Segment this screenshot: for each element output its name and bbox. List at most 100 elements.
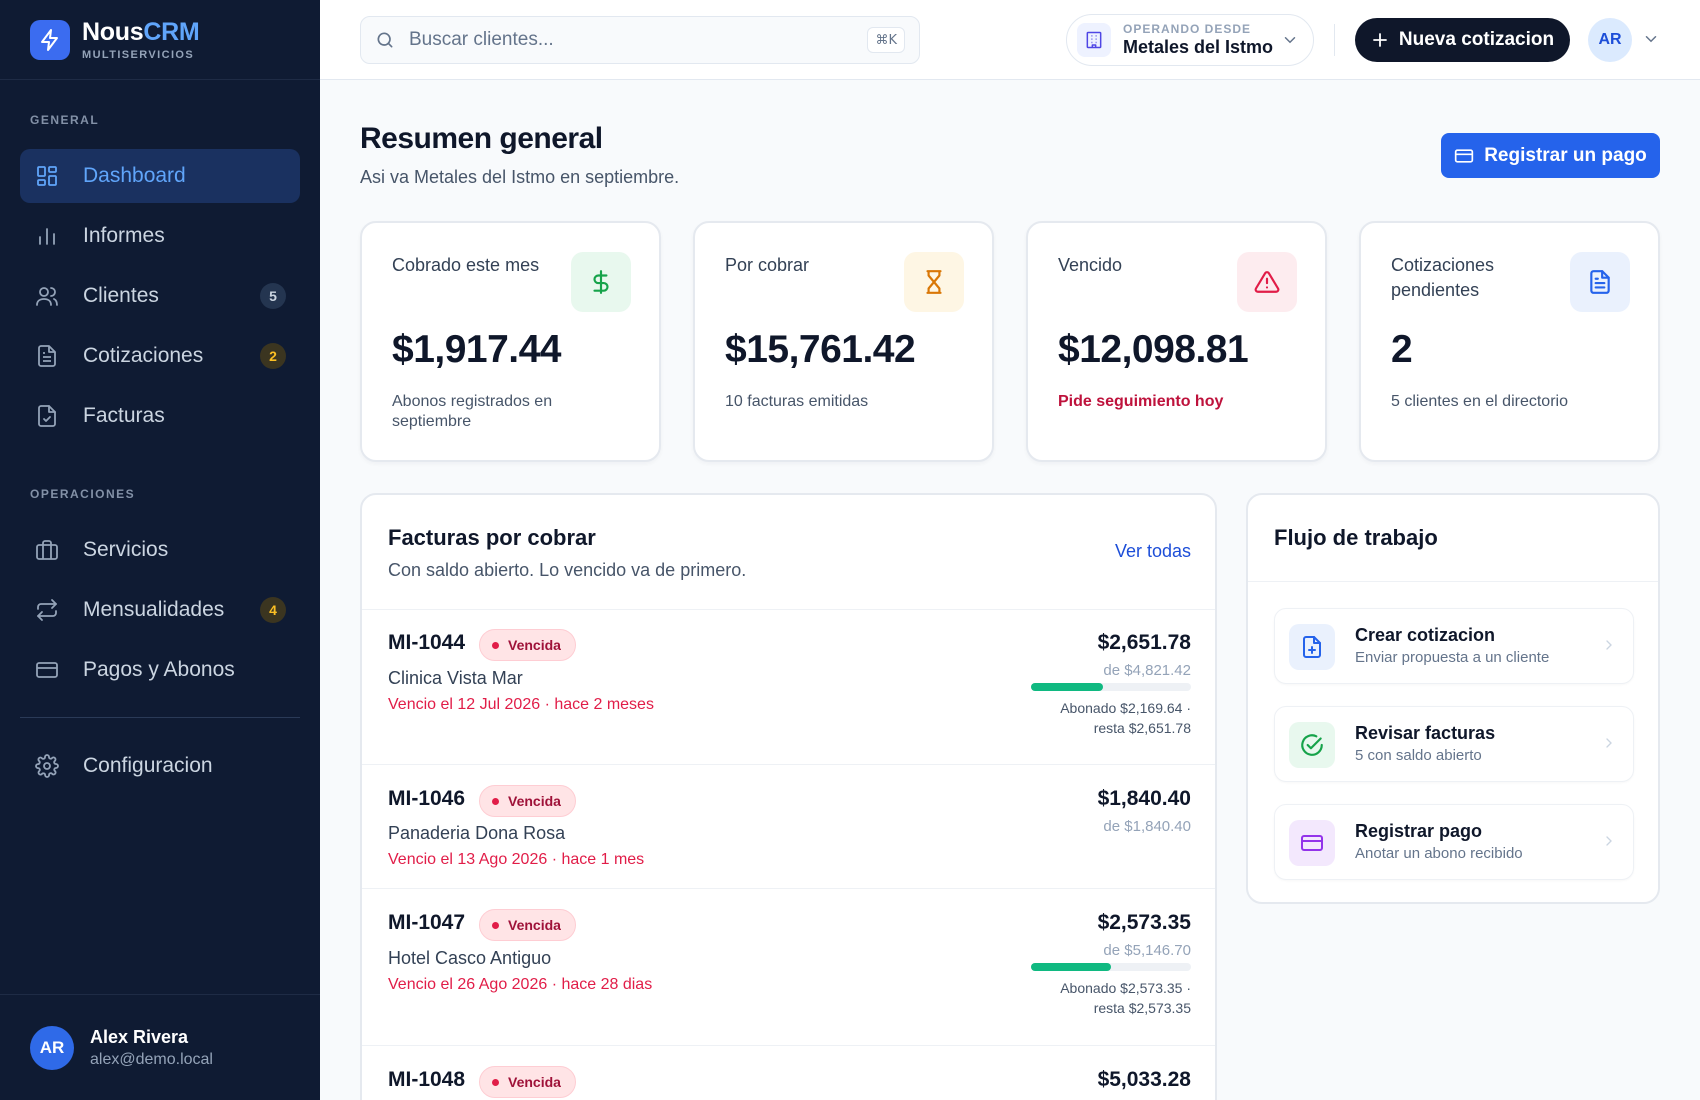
chevron-right-icon bbox=[1606, 836, 1612, 846]
sidebar-item-servicios[interactable]: Servicios bbox=[20, 523, 300, 577]
sidebar-item-label: Dashboard bbox=[83, 164, 186, 187]
invoice-code: MI-1048 bbox=[388, 1068, 466, 1091]
section-label-general: GENERAL bbox=[30, 113, 100, 127]
invoice-remaining: resta $2,573.35 bbox=[1093, 1000, 1191, 1016]
invoice-due: Vencio el 26 Ago 2026 · hace 28 dias bbox=[388, 976, 653, 993]
dashboard-icon bbox=[37, 166, 57, 186]
credit-card-icon bbox=[36, 662, 58, 678]
dollar-icon bbox=[571, 252, 631, 312]
kpi-card-cotizaciones: Cotizaciones pendientes 2 5 clientes en … bbox=[1359, 221, 1660, 462]
cotizaciones-count-badge: 2 bbox=[260, 343, 286, 369]
topbar-divider bbox=[1334, 24, 1335, 56]
register-payment-button[interactable]: Registrar un pago bbox=[1441, 133, 1660, 178]
page-subtitle: Asi va Metales del Istmo en septiembre. bbox=[360, 167, 680, 187]
brand-name-part1: Nous bbox=[82, 18, 144, 46]
workflow-item-desc: 5 con saldo abierto bbox=[1355, 747, 1482, 764]
invoice-row[interactable]: MI-1047 Vencida Hotel Casco Antiguo Venc… bbox=[362, 889, 1215, 1046]
search-input[interactable] bbox=[409, 29, 849, 51]
check-circle-icon bbox=[1289, 722, 1335, 768]
invoice-client: Hotel Casco Antiguo bbox=[388, 948, 552, 968]
sidebar-item-informes[interactable]: Informes bbox=[20, 209, 300, 263]
kpi-note: 5 clientes en el directorio bbox=[1391, 393, 1568, 410]
sidebar: NousCRM MULTISERVICIOS GENERAL Dashboard… bbox=[0, 0, 320, 1100]
file-plus-icon bbox=[1289, 624, 1335, 670]
kpi-note: Pide seguimiento hoy bbox=[1058, 393, 1224, 410]
workflow-item-desc: Enviar propuesta a un cliente bbox=[1355, 649, 1550, 666]
payment-progress-fill bbox=[1031, 963, 1111, 971]
user-profile[interactable]: AR Alex Rivera alex@demo.local bbox=[0, 994, 320, 1100]
new-quote-button[interactable]: Nueva cotizacion bbox=[1355, 18, 1570, 62]
workflow-panel: Flujo de trabajo Crear cotizacion Enviar… bbox=[1246, 493, 1660, 904]
invoices-subtitle: Con saldo abierto. Lo vencido va de prim… bbox=[388, 560, 747, 580]
sidebar-item-label: Servicios bbox=[83, 538, 169, 561]
invoice-remaining: resta $2,651.78 bbox=[1093, 720, 1191, 736]
invoices-panel: Facturas por cobrar Con saldo abierto. L… bbox=[360, 493, 1217, 1100]
status-badge: Vencida bbox=[479, 909, 576, 941]
workflow-item-title: Registrar pago bbox=[1355, 821, 1483, 841]
sidebar-item-facturas[interactable]: Facturas bbox=[20, 389, 300, 443]
sidebar-item-label: Pagos y Abonos bbox=[83, 658, 235, 681]
topbar: ⌘K OPERANDO DESDE Metales del Istmo Nuev… bbox=[320, 0, 1700, 80]
status-badge: Vencida bbox=[479, 785, 576, 817]
shortcut-hint: ⌘K bbox=[867, 27, 905, 53]
workflow-item-title: Revisar facturas bbox=[1355, 723, 1496, 743]
kpi-value: $15,761.42 bbox=[725, 328, 916, 371]
company-label: OPERANDO DESDE bbox=[1123, 22, 1252, 36]
invoice-paid: Abonado $2,573.35 · bbox=[1060, 980, 1191, 996]
building-icon bbox=[1077, 23, 1111, 57]
sidebar-item-cotizaciones[interactable]: Cotizaciones 2 bbox=[20, 329, 300, 383]
status-dot bbox=[492, 1078, 499, 1086]
brand-name: NousCRM bbox=[82, 18, 200, 47]
kpi-label: Por cobrar bbox=[725, 255, 810, 275]
invoice-row[interactable]: MI-1046 Vencida Panaderia Dona Rosa Venc… bbox=[362, 765, 1215, 889]
payment-progress bbox=[1031, 683, 1191, 691]
workflow-item-title: Crear cotizacion bbox=[1355, 625, 1496, 645]
workflow-title: Flujo de trabajo bbox=[1274, 525, 1438, 550]
briefcase-icon bbox=[36, 540, 58, 560]
invoice-row[interactable]: MI-1044 Vencida Clinica Vista Mar Vencio… bbox=[362, 610, 1215, 765]
user-email: alex@demo.local bbox=[90, 1050, 213, 1068]
plus-icon bbox=[1372, 33, 1387, 47]
mensualidades-count-badge: 4 bbox=[260, 597, 286, 623]
page-title: Resumen general bbox=[360, 122, 603, 155]
avatar[interactable]: AR bbox=[1588, 18, 1632, 62]
gear-icon bbox=[35, 754, 59, 778]
sidebar-item-mensualidades[interactable]: Mensualidades 4 bbox=[20, 583, 300, 637]
sidebar-item-dashboard[interactable]: Dashboard bbox=[20, 149, 300, 203]
avatar: AR bbox=[30, 1025, 74, 1070]
sidebar-item-label: Clientes bbox=[83, 284, 159, 307]
sidebar-item-clientes[interactable]: Clientes 5 bbox=[20, 269, 300, 323]
company-selector[interactable]: OPERANDO DESDE Metales del Istmo bbox=[1066, 14, 1314, 66]
invoices-title: Facturas por cobrar bbox=[388, 525, 596, 550]
invoice-row[interactable]: MI-1048 Vencida $5,033.28 bbox=[362, 1046, 1215, 1100]
invoice-code: MI-1044 bbox=[388, 631, 466, 654]
workflow-item-registrar-pago[interactable]: Registrar pago Anotar un abono recibido bbox=[1274, 804, 1634, 880]
kpi-card-cobrado: Cobrado este mes $1,917.44 Abonos regist… bbox=[360, 221, 661, 462]
brand[interactable]: NousCRM MULTISERVICIOS bbox=[0, 0, 320, 80]
status-label: Vencida bbox=[508, 793, 561, 809]
payment-progress bbox=[1031, 963, 1191, 971]
workflow-item-crear-cotizacion[interactable]: Crear cotizacion Enviar propuesta a un c… bbox=[1274, 608, 1634, 684]
status-label: Vencida bbox=[508, 637, 561, 653]
company-name: Metales del Istmo bbox=[1123, 37, 1274, 57]
sidebar-item-configuracion[interactable]: Configuracion bbox=[20, 739, 300, 793]
payment-progress-fill bbox=[1031, 683, 1103, 691]
sidebar-divider bbox=[20, 717, 300, 718]
sidebar-item-label: Cotizaciones bbox=[83, 344, 204, 367]
invoice-total: de $1,840.40 bbox=[1103, 818, 1191, 835]
invoice-code: MI-1046 bbox=[388, 787, 466, 810]
search-icon bbox=[377, 32, 393, 48]
see-all-link[interactable]: Ver todas bbox=[1115, 541, 1191, 562]
search-box[interactable]: ⌘K bbox=[360, 16, 920, 64]
kpi-note: Abonos registrados en septiembre bbox=[392, 393, 553, 430]
invoice-amount: $2,573.35 bbox=[1097, 911, 1191, 934]
sidebar-item-pagos[interactable]: Pagos y Abonos bbox=[20, 643, 300, 697]
new-quote-label: Nueva cotizacion bbox=[1398, 29, 1555, 50]
sidebar-item-label: Mensualidades bbox=[83, 598, 225, 621]
users-icon bbox=[36, 287, 58, 306]
section-label-operaciones: OPERACIONES bbox=[30, 487, 136, 501]
chevron-down-icon[interactable] bbox=[1642, 30, 1660, 48]
workflow-item-revisar-facturas[interactable]: Revisar facturas 5 con saldo abierto bbox=[1274, 706, 1634, 782]
kpi-value: $1,917.44 bbox=[392, 328, 562, 371]
kpi-note: 10 facturas emitidas bbox=[725, 393, 869, 410]
